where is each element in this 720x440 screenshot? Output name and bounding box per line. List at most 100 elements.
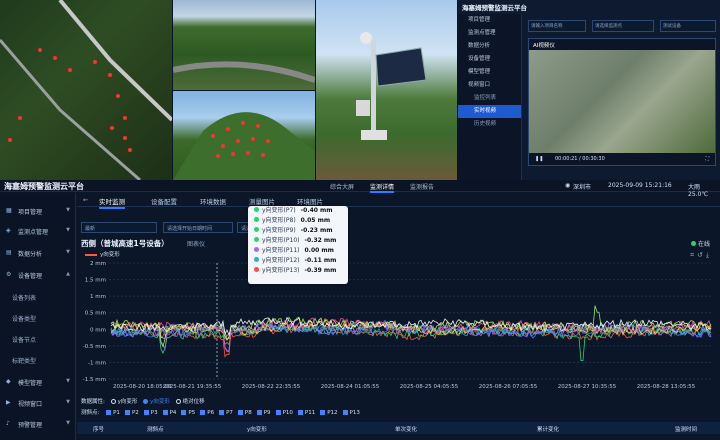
sidebar-item-points[interactable]: ◈ 监测点管理 ▼ <box>0 227 76 236</box>
gear-icon: ⚙ <box>6 271 12 278</box>
sidebar-item-devices[interactable]: ⚙ 设备管理 ▲ <box>0 271 76 280</box>
tooltip-row: y向变形(P10) -0.32 mm <box>254 236 342 246</box>
nav-report[interactable]: 监测报告 <box>410 182 434 191</box>
tab-env-images[interactable]: 环境图片 <box>297 196 323 206</box>
tooltip-row: y向变形(P11) 0.00 mm <box>254 246 342 256</box>
tooltip-row: y向变形(P12) -0.11 mm <box>254 256 342 266</box>
pause-icon[interactable]: ❚❚ <box>535 156 543 162</box>
sidebar-item-device-type[interactable]: 设备类型 <box>0 314 76 323</box>
point-checkbox[interactable] <box>237 410 243 415</box>
range-select[interactable]: 最新 <box>81 222 157 233</box>
chevron-down-icon: ▼ <box>66 378 70 384</box>
video-player[interactable]: AI视频仪 ❚❚ 00:00:21 / 00:30:30 ⛶ <box>528 38 716 166</box>
point-checkbox-label: P10 <box>282 410 293 416</box>
fullscreen-icon[interactable]: ⛶ <box>705 156 709 162</box>
tab-bar: ← 实时监测 设备配置 环境数据 测量图片 环境图片 <box>77 193 720 209</box>
x-tick-label: 2025-08-27 10:35:55 <box>558 384 617 390</box>
app-project-select[interactable]: 请输入项目名称 <box>528 20 586 32</box>
app-menu-item[interactable]: 设备管理 <box>458 53 521 66</box>
tooltip-row: y向变形(P7) -0.40 mm <box>254 206 342 216</box>
nav-dashboard[interactable]: 综合大屏 <box>330 182 354 191</box>
back-arrow-icon[interactable]: ← <box>83 196 88 204</box>
app-menu-item[interactable]: 模型管理 <box>458 66 521 79</box>
tooltip-value: -0.40 mm <box>300 207 333 214</box>
start-datetime-input[interactable]: 请选择开始日期时间 <box>163 222 233 233</box>
video-frame <box>529 50 715 154</box>
line-chart[interactable]: 2 mm 1.5 mm 1 mm 0.5 mm 0 mm -0.5 mm -1 mm -1.5… <box>77 257 720 395</box>
radio-button-selected[interactable] <box>143 399 149 404</box>
status-dot <box>690 241 696 246</box>
grid-icon: ▦ <box>6 207 12 214</box>
sidebar-item-video[interactable]: ▶ 视频窗口 ▼ <box>0 399 76 408</box>
tooltip-dot <box>254 257 259 262</box>
app-menu-item-active[interactable]: 实时视频 <box>458 105 521 118</box>
map-overlay <box>0 0 172 180</box>
sidebar-item-device-node[interactable]: 设备节点 <box>0 335 76 344</box>
tooltip-dot <box>254 207 259 212</box>
x-tick-label: 2025-08-25 04:05:55 <box>400 384 459 390</box>
point-checkbox[interactable] <box>256 410 262 415</box>
y-tick-label: 0 mm <box>90 327 106 333</box>
app-menu-item[interactable]: 历史视频 <box>458 118 521 131</box>
app-point-select[interactable]: 请选择监测点 <box>592 20 654 32</box>
radio-button[interactable] <box>110 399 116 404</box>
video-controls[interactable]: ❚❚ 00:00:21 / 00:30:30 ⛶ <box>529 153 715 165</box>
video-title: AI视频仪 <box>529 39 715 50</box>
point-checkbox[interactable] <box>297 410 303 415</box>
legend-swatch <box>85 253 97 256</box>
point-checkbox[interactable] <box>200 410 206 415</box>
point-checkbox[interactable] <box>124 410 130 415</box>
y-tick-label: 2 mm <box>90 261 106 267</box>
series-line <box>110 317 712 353</box>
tooltip-value: 0.00 mm <box>304 247 334 254</box>
tooltip-value: -0.39 mm <box>304 267 337 274</box>
video-time: 00:00:21 / 00:30:30 <box>554 156 605 162</box>
app-menu-item[interactable]: 监控列表 <box>458 92 521 105</box>
mobile-app-screenshot: 海塞姆预警监测云平台 项目管理 监测点管理 数据分析 设备管理 模型管理 视频窗… <box>458 0 720 180</box>
y-tick-label: 1 mm <box>90 294 106 300</box>
chart-icon: ▤ <box>6 249 12 256</box>
app-menu-item[interactable]: 数据分析 <box>458 40 521 53</box>
point-checkbox-label: P13 <box>349 410 360 416</box>
point-checkbox[interactable] <box>275 410 281 415</box>
tooltip-row: y向变形(P13) -0.39 mm <box>254 266 342 276</box>
point-checkbox[interactable] <box>219 410 225 415</box>
sidebar-item-alert[interactable]: ♪ 预警管理 ▼ <box>0 420 76 429</box>
x-tick-label: 2025-08-28 13:05:55 <box>637 384 696 390</box>
radio-button[interactable] <box>175 399 181 404</box>
tooltip-label: y向变形(P10) <box>262 237 300 244</box>
tab-environment[interactable]: 环境数据 <box>200 196 226 206</box>
chart-tooltip: y向变形(P7) -0.40 mm y向变形(P8) 0.05 mm y向变形(P9) -… <box>248 206 348 284</box>
x-tick-label: 2025-08-21 19:35:55 <box>163 384 222 390</box>
tooltip-row: y向变形(P9) -0.23 mm <box>254 226 342 236</box>
point-checkbox[interactable] <box>106 410 112 415</box>
point-checkbox[interactable] <box>320 410 326 415</box>
chart-title: 西侧（普城高速1号设备） <box>81 239 169 248</box>
point-checkbox[interactable] <box>162 410 168 415</box>
point-checkbox[interactable] <box>143 410 149 415</box>
point-checkbox[interactable] <box>342 410 348 415</box>
sidebar-item-analysis[interactable]: ▤ 数据分析 ▼ <box>0 249 76 258</box>
app-menu-item[interactable]: 监测点管理 <box>458 27 521 40</box>
tab-measure-images[interactable]: 测量图片 <box>249 196 275 206</box>
sidebar-item-project[interactable]: ▦ 项目管理 ▼ <box>0 207 76 216</box>
point-checkbox-label: P6 <box>207 410 215 416</box>
location-text: 深圳市 <box>573 184 592 191</box>
app-menu-item[interactable]: 项目管理 <box>458 14 521 27</box>
point-checkbox-label: P3 <box>150 410 158 416</box>
nav-detail[interactable]: 监测详情 <box>370 182 395 193</box>
table-header: 序号 测斜点 y向变形 单次变化 累计变化 监测时间 <box>77 422 720 434</box>
y-tick-label: 0.5 mm <box>85 311 106 317</box>
sidebar-item-device-list[interactable]: 设备列表 <box>0 293 76 302</box>
point-checkbox-label: P12 <box>327 410 338 416</box>
tab-realtime[interactable]: 实时监测 <box>99 196 125 209</box>
point-checkbox[interactable] <box>181 410 187 415</box>
x-tick-label: 2025-08-24 01:05:55 <box>321 384 380 390</box>
app-sidebar: 项目管理 监测点管理 数据分析 设备管理 模型管理 视频窗口 监控列表 实时视频… <box>458 14 522 180</box>
sidebar-item-target-type[interactable]: 标靶类型 <box>0 356 76 365</box>
app-device-select[interactable]: 测试设备 <box>660 20 716 32</box>
app-menu-item[interactable]: 视频窗口 <box>458 79 521 92</box>
y-tick-label: -1.5 mm <box>83 377 106 383</box>
sidebar-item-model[interactable]: ◆ 模型管理 ▼ <box>0 378 76 387</box>
tab-device-config[interactable]: 设备配置 <box>151 196 177 206</box>
